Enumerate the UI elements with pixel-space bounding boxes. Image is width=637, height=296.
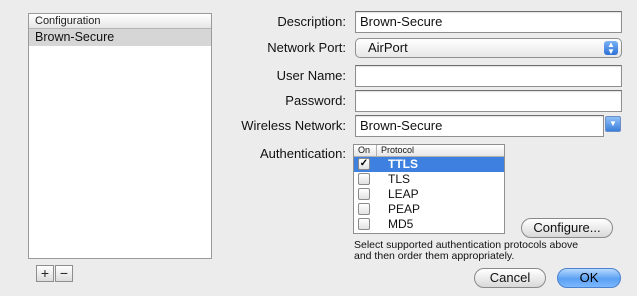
network-port-label: Network Port:: [267, 40, 346, 55]
network-port-popup[interactable]: AirPort ▲ ▼: [355, 38, 622, 58]
protocol-row-leap[interactable]: LEAP: [354, 187, 504, 202]
description-label: Description:: [277, 14, 346, 29]
ok-button[interactable]: OK: [557, 268, 621, 288]
checkbox-tls[interactable]: [358, 173, 370, 185]
configuration-item[interactable]: Brown-Secure: [29, 29, 211, 46]
protocol-name: MD5: [388, 217, 414, 231]
description-field[interactable]: Brown-Secure: [355, 11, 622, 33]
user-name-label: User Name:: [276, 68, 346, 83]
wireless-network-label: Wireless Network:: [241, 118, 346, 133]
protocol-row-md5[interactable]: MD5: [354, 217, 504, 232]
protocol-name: TLS: [388, 172, 411, 186]
protocol-row-peap[interactable]: PEAP: [354, 202, 504, 217]
popup-arrows-icon: ▲ ▼: [604, 41, 618, 56]
authentication-table-header: On Protocol: [354, 145, 504, 157]
add-configuration-button[interactable]: +: [36, 265, 54, 282]
checkbox-ttls[interactable]: ✓: [358, 158, 370, 170]
col-protocol-header[interactable]: Protocol: [381, 145, 414, 155]
configuration-list-header: Configuration: [29, 14, 211, 29]
checkbox-md5[interactable]: [358, 218, 370, 230]
remove-configuration-button[interactable]: −: [55, 265, 73, 282]
configuration-list[interactable]: Configuration Brown-Secure: [28, 13, 212, 259]
password-label: Password:: [285, 93, 346, 108]
hint-line-2: and then order them appropriately.: [354, 250, 515, 262]
wireless-network-field[interactable]: Brown-Secure: [355, 115, 604, 137]
protocol-row-ttls[interactable]: ✓ TTLS: [354, 157, 504, 172]
protocol-name: TTLS: [388, 157, 418, 171]
protocol-row-tls[interactable]: TLS: [354, 172, 504, 187]
cancel-button[interactable]: Cancel: [474, 268, 546, 288]
user-name-field[interactable]: [355, 65, 622, 87]
wireless-network-dropdown-button[interactable]: ▼: [605, 116, 621, 132]
authentication-label: Authentication:: [259, 146, 346, 161]
password-field[interactable]: [355, 90, 622, 112]
authentication-hint: Select supported authentication protocol…: [354, 240, 624, 262]
network-port-value: AirPort: [368, 40, 408, 55]
configure-button[interactable]: Configure...: [521, 218, 613, 238]
col-on-header[interactable]: On: [358, 145, 370, 155]
chevron-down-icon: ▼: [609, 119, 617, 128]
authentication-table[interactable]: On Protocol ✓ TTLS TLS LEAP PEAP MD5: [353, 144, 505, 234]
protocol-name: PEAP: [388, 202, 421, 216]
protocol-name: LEAP: [388, 187, 419, 201]
checkbox-peap[interactable]: [358, 203, 370, 215]
checkbox-leap[interactable]: [358, 188, 370, 200]
